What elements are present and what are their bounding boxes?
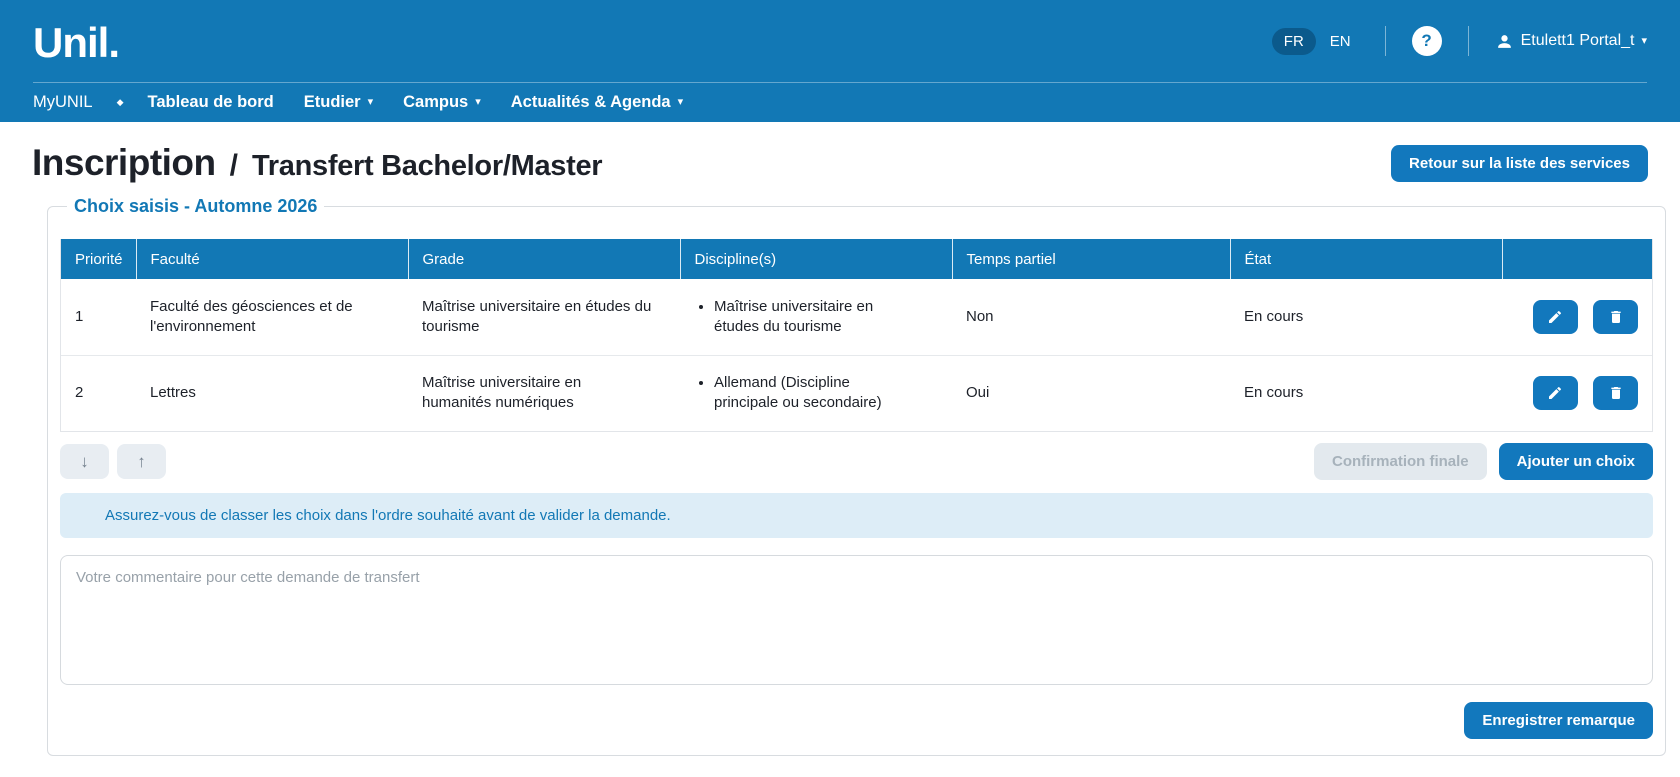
diamond-icon: ◆ bbox=[117, 97, 124, 108]
cell-disciplines: Maîtrise universitaire en études du tour… bbox=[680, 279, 952, 355]
action-buttons: Confirmation finale Ajouter un choix bbox=[1314, 443, 1653, 480]
pencil-icon bbox=[1547, 385, 1563, 401]
table-row: 1 Faculté des géosciences et de l'enviro… bbox=[61, 279, 1652, 355]
cell-part-time: Oui bbox=[952, 355, 1230, 431]
divider bbox=[1385, 26, 1386, 56]
nav-item-dashboard[interactable]: Tableau de bord bbox=[148, 93, 274, 112]
col-temps-partiel: Temps partiel bbox=[952, 239, 1230, 279]
page-head: Inscription / Transfert Bachelor/Master … bbox=[32, 142, 1648, 184]
nav-item-etudier[interactable]: Etudier ▾ bbox=[304, 93, 373, 112]
pencil-icon bbox=[1547, 309, 1563, 325]
user-icon bbox=[1495, 32, 1514, 51]
col-priorite: Priorité bbox=[61, 239, 136, 279]
table-header: Priorité Faculté Grade Discipline(s) Tem… bbox=[61, 239, 1652, 279]
controls-row: ↓ ↑ Confirmation finale Ajouter un choix bbox=[60, 443, 1653, 480]
nav-item-actualites[interactable]: Actualités & Agenda ▾ bbox=[511, 93, 683, 112]
lang-en-button[interactable]: EN bbox=[1322, 28, 1359, 55]
title-separator: / bbox=[230, 149, 238, 183]
nav-item-campus[interactable]: Campus ▾ bbox=[403, 93, 481, 112]
chevron-down-icon: ▾ bbox=[678, 97, 684, 108]
chevron-down-icon: ▾ bbox=[368, 97, 374, 108]
final-confirmation-button[interactable]: Confirmation finale bbox=[1314, 443, 1487, 480]
col-actions bbox=[1502, 239, 1652, 279]
col-etat: État bbox=[1230, 239, 1502, 279]
cell-faculty: Lettres bbox=[136, 355, 408, 431]
user-name: Etulett1 Portal_t bbox=[1521, 32, 1635, 50]
table-row: 2 Lettres Maîtrise universitaire en huma… bbox=[61, 355, 1652, 431]
choices-table-wrap: Priorité Faculté Grade Discipline(s) Tem… bbox=[60, 239, 1653, 432]
cell-grade: Maîtrise universitaire en études du tour… bbox=[408, 279, 680, 355]
chevron-down-icon: ▾ bbox=[475, 97, 481, 108]
chevron-down-icon: ▾ bbox=[1641, 36, 1647, 47]
divider bbox=[1468, 26, 1469, 56]
move-up-button[interactable]: ↑ bbox=[117, 444, 166, 479]
header: Unil. FR EN ? Etulett1 Portal_t ▾ MyUNIL… bbox=[0, 0, 1680, 122]
arrow-up-icon: ↑ bbox=[137, 452, 146, 472]
unil-logo[interactable]: Unil. bbox=[33, 18, 119, 64]
cell-actions bbox=[1502, 279, 1652, 355]
trash-icon bbox=[1608, 385, 1624, 401]
page-subtitle: Transfert Bachelor/Master bbox=[252, 150, 602, 183]
discipline-item: Allemand (Discipline principale ou secon… bbox=[714, 373, 938, 414]
move-down-button[interactable]: ↓ bbox=[60, 444, 109, 479]
cell-status: En cours bbox=[1230, 355, 1502, 431]
main-content: Inscription / Transfert Bachelor/Master … bbox=[0, 122, 1680, 756]
nav-item-myunil[interactable]: MyUNIL bbox=[33, 93, 93, 112]
trash-icon bbox=[1608, 309, 1624, 325]
cell-priority: 2 bbox=[61, 355, 136, 431]
section-legend: Choix saisis - Automne 2026 bbox=[67, 196, 324, 217]
breadcrumb: Inscription / Transfert Bachelor/Master bbox=[32, 142, 602, 184]
discipline-item: Maîtrise universitaire en études du tour… bbox=[714, 297, 938, 338]
col-grade: Grade bbox=[408, 239, 680, 279]
cell-status: En cours bbox=[1230, 279, 1502, 355]
reorder-controls: ↓ ↑ bbox=[60, 444, 166, 479]
header-actions: FR EN ? Etulett1 Portal_t ▾ bbox=[1272, 26, 1647, 56]
cell-actions bbox=[1502, 355, 1652, 431]
header-upper: Unil. FR EN ? Etulett1 Portal_t ▾ bbox=[0, 0, 1680, 82]
choices-table: Priorité Faculté Grade Discipline(s) Tem… bbox=[61, 239, 1652, 431]
add-choice-button[interactable]: Ajouter un choix bbox=[1499, 443, 1653, 480]
edit-button[interactable] bbox=[1533, 300, 1578, 334]
delete-button[interactable] bbox=[1593, 376, 1638, 410]
cell-grade: Maîtrise universitaire en humanités numé… bbox=[408, 355, 680, 431]
cell-priority: 1 bbox=[61, 279, 136, 355]
language-switcher: FR EN bbox=[1272, 28, 1359, 55]
lang-fr-button[interactable]: FR bbox=[1272, 28, 1316, 55]
edit-button[interactable] bbox=[1533, 376, 1578, 410]
nav-item-campus-label: Campus bbox=[403, 93, 468, 112]
choices-section: Choix saisis - Automne 2026 Priorité Fac… bbox=[47, 196, 1666, 756]
col-disciplines: Discipline(s) bbox=[680, 239, 952, 279]
main-nav: MyUNIL ◆ Tableau de bord Etudier ▾ Campu… bbox=[0, 83, 1680, 122]
nav-item-actualites-label: Actualités & Agenda bbox=[511, 93, 671, 112]
save-row: Enregistrer remarque bbox=[60, 702, 1653, 739]
col-faculte: Faculté bbox=[136, 239, 408, 279]
arrow-down-icon: ↓ bbox=[80, 452, 89, 472]
save-remark-button[interactable]: Enregistrer remarque bbox=[1464, 702, 1653, 739]
comment-textarea[interactable] bbox=[60, 555, 1653, 685]
cell-faculty: Faculté des géosciences et de l'environn… bbox=[136, 279, 408, 355]
nav-item-etudier-label: Etudier bbox=[304, 93, 361, 112]
order-notice: Assurez-vous de classer les choix dans l… bbox=[60, 493, 1653, 538]
delete-button[interactable] bbox=[1593, 300, 1638, 334]
cell-part-time: Non bbox=[952, 279, 1230, 355]
help-icon[interactable]: ? bbox=[1412, 26, 1442, 56]
back-to-services-button[interactable]: Retour sur la liste des services bbox=[1391, 145, 1648, 182]
user-menu[interactable]: Etulett1 Portal_t ▾ bbox=[1495, 32, 1647, 51]
page-title: Inscription bbox=[32, 142, 216, 184]
cell-disciplines: Allemand (Discipline principale ou secon… bbox=[680, 355, 952, 431]
